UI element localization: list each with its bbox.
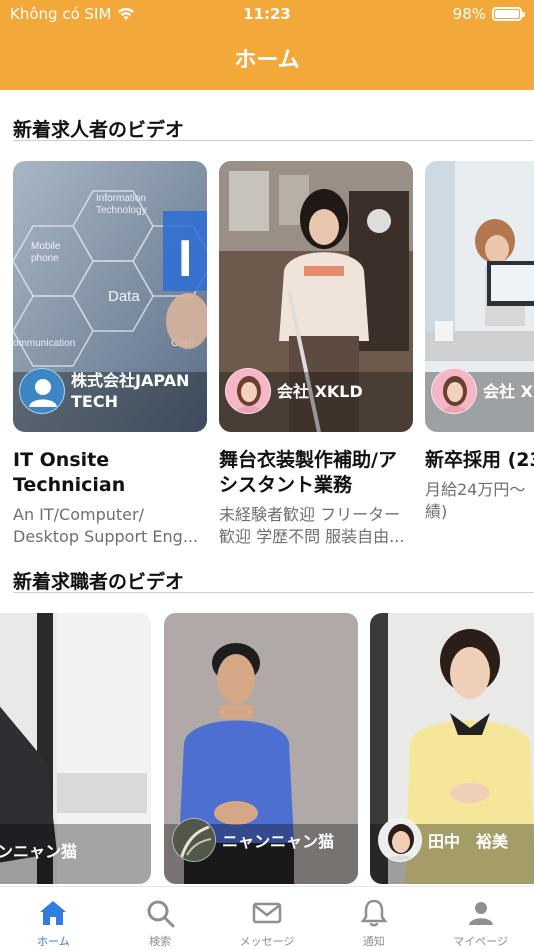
seeker-avatar: [172, 818, 216, 862]
status-bar: Không có SIM 11:23 98%: [0, 0, 534, 28]
company-avatar: [225, 368, 271, 414]
job-title[interactable]: 舞台衣装製作補助/ア シスタント業務: [219, 448, 413, 498]
battery-icon: [492, 7, 525, 21]
seeker-card[interactable]: ニャンニャン猫: [164, 613, 358, 884]
tab-home[interactable]: ホーム: [0, 887, 107, 950]
company-name: 会社 XKLD: [277, 381, 363, 401]
section-title-seekers: 新着求職者のビデオ: [13, 571, 185, 593]
page-title: ホーム: [234, 48, 300, 73]
job-video-thumbnail[interactable]: 会社 XKLD: [219, 161, 413, 432]
tab-label: メッセージ: [239, 935, 295, 948]
svg-text:Data: Data: [108, 288, 140, 305]
mail-icon: [252, 902, 282, 924]
tab-label: ホーム: [37, 935, 70, 948]
woman-portrait-image: [226, 369, 270, 413]
seeker-info: 田中 裕美: [378, 818, 508, 862]
company-info: 会社 X: [431, 368, 533, 414]
search-icon: [147, 900, 175, 928]
tab-mypage[interactable]: マイページ: [427, 887, 534, 950]
seeker-card[interactable]: ニャンニャン猫: [0, 613, 151, 884]
svg-text:Mobile: Mobile: [31, 241, 61, 252]
svg-text:Technology: Technology: [96, 205, 147, 216]
section-title-jobs: 新着求人者のビデオ: [13, 119, 185, 141]
seeker-video-row[interactable]: ニャンニャン猫 ニャンニャン猫: [0, 613, 534, 884]
bell-icon: [360, 899, 388, 927]
battery-percent: 98%: [452, 5, 486, 23]
woman-portrait-image: [432, 369, 476, 413]
seeker-avatar: [378, 818, 422, 862]
woman-portrait-image: [379, 819, 421, 861]
tab-label: 検索: [149, 935, 172, 948]
section-divider: [13, 592, 534, 593]
company-avatar: [431, 368, 477, 414]
plant-avatar-image: [173, 819, 215, 861]
nav-bar: ホーム: [0, 28, 534, 90]
tab-search[interactable]: 検索: [107, 887, 214, 950]
battery-fill: [495, 10, 519, 18]
tab-messages[interactable]: メッセージ: [214, 887, 321, 950]
seeker-name: ニャンニャン猫: [222, 832, 335, 851]
section-divider: [13, 140, 534, 141]
seeker-card[interactable]: 田中 裕美: [370, 613, 534, 884]
job-title[interactable]: 新卒採用 (23: [425, 448, 534, 473]
job-card[interactable]: 会社 XKLD 舞台衣装製作補助/ア シスタント業務 未経験者歓迎 フリーター …: [219, 161, 413, 548]
job-video-thumbnail[interactable]: 会社 X: [425, 161, 534, 432]
svg-text:Information: Information: [96, 193, 146, 204]
job-description: An IT/Computer/ Desktop Support Eng...: [13, 505, 199, 546]
seeker-info: ニャンニャン猫: [172, 818, 334, 862]
job-video-thumbnail[interactable]: I Information Technology Mobile phone Da…: [13, 161, 207, 432]
job-title[interactable]: IT Onsite Technician: [13, 448, 207, 498]
person-icon: [29, 379, 57, 407]
job-card[interactable]: I Information Technology Mobile phone Da…: [13, 161, 207, 548]
job-video-row[interactable]: I Information Technology Mobile phone Da…: [0, 161, 534, 561]
person-icon: [468, 902, 493, 925]
svg-text:I: I: [178, 230, 192, 288]
company-name: 株式会社JAPAN TECH: [71, 371, 190, 411]
tab-label: マイページ: [453, 935, 508, 948]
job-description: 月給24万円〜 績): [425, 480, 526, 521]
seeker-info: ニャンニャン猫: [0, 838, 77, 862]
svg-text:ommunication: ommunication: [13, 338, 75, 349]
seeker-name: ニャンニャン猫: [0, 842, 78, 861]
home-icon: [40, 901, 67, 925]
company-name: 会社 X: [483, 381, 533, 401]
status-right: 98%: [452, 5, 525, 23]
seeker-name: 田中 裕美: [428, 832, 509, 851]
tab-bar: ホーム 検索 メッセージ 通知 マイページ: [0, 886, 534, 950]
svg-text:phone: phone: [31, 253, 59, 264]
tab-notifications[interactable]: 通知: [320, 887, 427, 950]
company-info: 株式会社JAPAN TECH: [19, 368, 189, 414]
company-info: 会社 XKLD: [225, 368, 363, 414]
job-description: 未経験者歓迎 フリーター 歓迎 学歴不問 服装自由...: [219, 505, 405, 546]
company-avatar: [19, 368, 65, 414]
tab-label: 通知: [362, 935, 385, 948]
job-card[interactable]: 会社 X 新卒採用 (23 月給24万円〜 績): [425, 161, 534, 523]
